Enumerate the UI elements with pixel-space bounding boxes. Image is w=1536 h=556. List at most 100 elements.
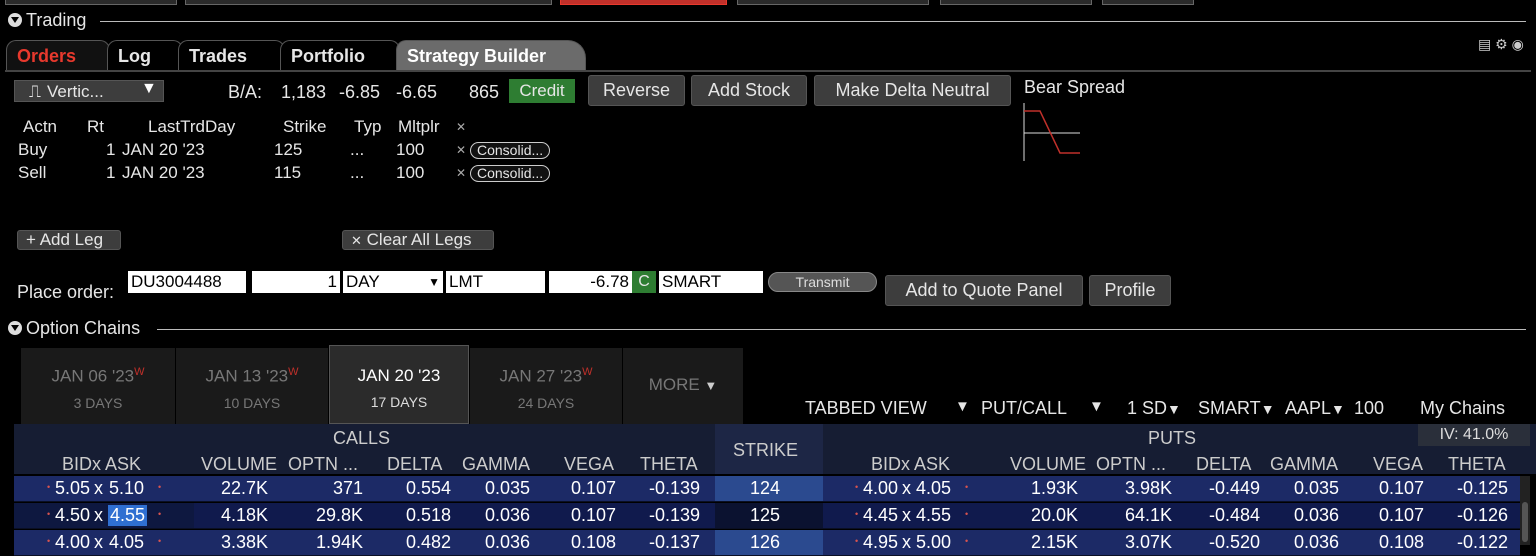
cell-call-vol[interactable]: 22.7K: [221, 478, 268, 499]
expiry-tab[interactable]: JAN 27 '23W 24 DAYS: [470, 348, 622, 424]
reverse-button[interactable]: Reverse: [588, 75, 685, 106]
expiry-tab[interactable]: JAN 13 '23W 10 DAYS: [176, 348, 328, 424]
close-icon[interactable]: ◉: [1512, 36, 1524, 52]
leg-route-button[interactable]: Consolid...: [470, 142, 551, 159]
put-ask[interactable]: 4.55: [916, 505, 951, 526]
bid-ask-separator[interactable]: x: [94, 532, 103, 553]
putcall-dropdown-icon[interactable]: ▼: [1089, 398, 1104, 415]
collapse-icon[interactable]: [8, 13, 22, 27]
cell-put-vega[interactable]: 0.107: [1379, 478, 1424, 499]
cell-put-oi[interactable]: 3.07K: [1125, 532, 1172, 553]
cell-call-vega[interactable]: 0.107: [571, 478, 616, 499]
col-header-delta[interactable]: DELTA: [1196, 454, 1251, 475]
add-to-quote-panel-button[interactable]: Add to Quote Panel: [885, 275, 1083, 306]
cell-put-oi[interactable]: 3.98K: [1125, 478, 1172, 499]
putcall-label[interactable]: PUT/CALL: [981, 398, 1067, 419]
cell-call-vega[interactable]: 0.108: [571, 532, 616, 553]
remove-leg-icon[interactable]: ✕: [456, 143, 466, 157]
cell-call-theta[interactable]: -0.139: [649, 478, 700, 499]
cell-call-theta[interactable]: -0.139: [649, 505, 700, 526]
cell-put-gamma[interactable]: 0.035: [1294, 478, 1339, 499]
cell-call-oi[interactable]: 29.8K: [316, 505, 363, 526]
top-button[interactable]: [940, 0, 1092, 5]
put-ask[interactable]: 4.05: [916, 478, 951, 499]
col-header-volume[interactable]: VOLUME: [1010, 454, 1086, 475]
call-ask[interactable]: 4.05: [109, 532, 144, 553]
cell-call-gamma[interactable]: 0.035: [485, 478, 530, 499]
call-bid-ask-cell[interactable]: [14, 476, 194, 501]
cell-call-gamma[interactable]: 0.036: [485, 532, 530, 553]
call-bid[interactable]: 5.05: [55, 478, 90, 499]
tab-portfolio[interactable]: Portfolio: [280, 40, 400, 70]
price-cap-toggle[interactable]: C: [632, 271, 656, 293]
remove-leg-icon[interactable]: ✕: [456, 166, 466, 180]
cell-put-vol[interactable]: 1.93K: [1031, 478, 1078, 499]
cell-call-vol[interactable]: 3.38K: [221, 532, 268, 553]
view-dropdown-icon[interactable]: ▼: [955, 398, 970, 415]
call-bid-ask-cell[interactable]: [14, 530, 194, 555]
exchange-dropdown[interactable]: SMART▼: [1198, 398, 1275, 419]
account-field[interactable]: DU3004488: [128, 271, 246, 293]
put-bid[interactable]: 4.95: [863, 532, 898, 553]
call-ask[interactable]: 4.55: [108, 505, 148, 526]
cell-call-vega[interactable]: 0.107: [571, 505, 616, 526]
col-header-open-interest[interactable]: OPTN ...: [288, 454, 358, 475]
put-ask[interactable]: 5.00: [916, 532, 951, 553]
collapse-icon[interactable]: [8, 321, 22, 335]
tab-log[interactable]: Log: [107, 40, 183, 70]
tab-trades[interactable]: Trades: [178, 40, 285, 70]
top-button[interactable]: [560, 0, 727, 5]
top-button[interactable]: [1102, 0, 1194, 5]
settings-icon[interactable]: ⚙: [1495, 36, 1508, 52]
cell-call-theta[interactable]: -0.137: [649, 532, 700, 553]
cell-put-vega[interactable]: 0.108: [1379, 532, 1424, 553]
cell-put-theta[interactable]: -0.126: [1457, 505, 1508, 526]
cell-put-vol[interactable]: 20.0K: [1031, 505, 1078, 526]
make-delta-neutral-button[interactable]: Make Delta Neutral: [814, 75, 1011, 106]
cell-call-delta[interactable]: 0.518: [406, 505, 451, 526]
col-header-gamma[interactable]: GAMMA: [1270, 454, 1338, 475]
bid-ask-separator[interactable]: x: [94, 478, 103, 499]
cell-put-delta[interactable]: -0.520: [1209, 532, 1260, 553]
tab-strategy-builder[interactable]: Strategy Builder: [396, 40, 586, 70]
col-header-theta[interactable]: THETA: [640, 454, 698, 475]
option-chains-header[interactable]: Option Chains: [8, 318, 140, 339]
col-header-delta[interactable]: DELTA: [387, 454, 442, 475]
close-icon[interactable]: ✕: [456, 120, 466, 134]
order-type-field[interactable]: LMT: [446, 271, 545, 293]
sd-dropdown[interactable]: 1 SD▼: [1127, 398, 1181, 419]
more-expirations-button[interactable]: MORE ▼: [623, 348, 743, 424]
quantity-field[interactable]: 1: [252, 271, 340, 293]
col-header-vega[interactable]: VEGA: [564, 454, 614, 475]
cell-put-delta[interactable]: -0.484: [1209, 505, 1260, 526]
col-header-bidask[interactable]: BIDx ASK: [62, 454, 141, 475]
cell-put-delta[interactable]: -0.449: [1209, 478, 1260, 499]
cell-put-theta[interactable]: -0.122: [1457, 532, 1508, 553]
cell-call-oi[interactable]: 1.94K: [316, 532, 363, 553]
cell-put-gamma[interactable]: 0.036: [1294, 532, 1339, 553]
bid-ask-separator[interactable]: x: [902, 478, 911, 499]
expiry-tab-selected[interactable]: JAN 20 '23 17 DAYS: [329, 345, 469, 424]
transmit-button[interactable]: Transmit: [768, 272, 877, 292]
leg-route-button[interactable]: Consolid...: [470, 165, 551, 182]
cell-put-oi[interactable]: 64.1K: [1125, 505, 1172, 526]
my-chains-button[interactable]: My Chains: [1420, 398, 1505, 419]
scrollbar[interactable]: [1520, 476, 1530, 545]
symbol-dropdown[interactable]: AAPL▼: [1285, 398, 1345, 419]
col-header-open-interest[interactable]: OPTN ...: [1096, 454, 1166, 475]
bid-ask-separator[interactable]: x: [94, 505, 103, 526]
cell-call-delta[interactable]: 0.554: [406, 478, 451, 499]
call-bid[interactable]: 4.50: [55, 505, 90, 526]
top-button[interactable]: [185, 0, 552, 5]
limit-price-field[interactable]: -6.78: [549, 271, 632, 293]
expiry-tab[interactable]: JAN 06 '23W 3 DAYS: [21, 348, 175, 424]
scrollbar-thumb[interactable]: [1522, 502, 1528, 542]
col-header-vega[interactable]: VEGA: [1373, 454, 1423, 475]
cell-call-gamma[interactable]: 0.036: [485, 505, 530, 526]
add-leg-button[interactable]: + Add Leg: [17, 230, 121, 250]
strategy-type-dropdown[interactable]: ⎍ Vertic... ▼: [14, 80, 164, 102]
window-controls[interactable]: ▤ ⚙ ◉: [1478, 36, 1524, 53]
cell-put-vega[interactable]: 0.107: [1379, 505, 1424, 526]
top-button[interactable]: [737, 0, 929, 5]
clear-all-legs-button[interactable]: ✕ Clear All Legs: [342, 230, 494, 250]
